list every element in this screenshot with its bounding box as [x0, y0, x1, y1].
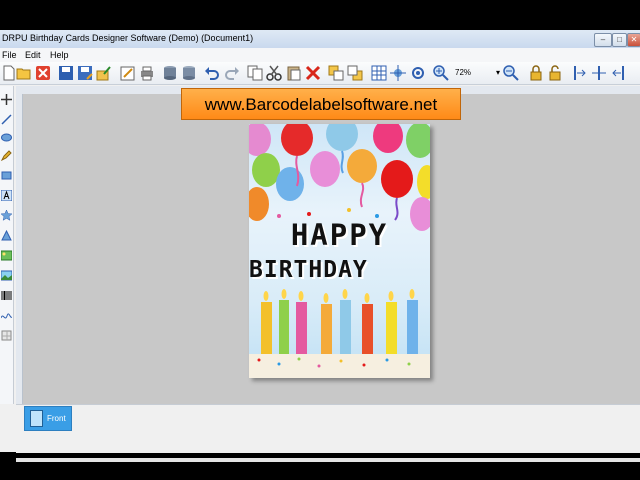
paste-icon[interactable] — [286, 65, 302, 81]
center-icon[interactable] — [390, 65, 406, 81]
ellipse-tool-icon[interactable] — [1, 132, 12, 143]
database-icon[interactable] — [162, 65, 178, 81]
page-icon — [30, 410, 43, 427]
watermark-tool-icon[interactable] — [1, 330, 12, 341]
menu-file[interactable]: File — [2, 50, 17, 60]
picture-tool-icon[interactable] — [1, 270, 12, 281]
star-tool-icon[interactable] — [1, 210, 12, 221]
bring-front-icon[interactable] — [328, 65, 344, 81]
zoom-level[interactable]: 72% — [455, 68, 471, 77]
menu-edit[interactable]: Edit — [25, 50, 41, 60]
tab-front[interactable]: Front — [24, 406, 72, 431]
signature-tool-icon[interactable] — [1, 310, 12, 321]
website-banner: www.Barcodelabelsoftware.net — [181, 88, 461, 120]
print-icon[interactable] — [139, 65, 155, 81]
save-as-icon[interactable] — [77, 65, 93, 81]
align-left-icon[interactable] — [572, 65, 588, 81]
send-back-icon[interactable] — [347, 65, 363, 81]
menu-bar: File Edit Help — [0, 48, 640, 62]
window-title: DRPU Birthday Cards Designer Software (D… — [2, 33, 254, 43]
grid-icon[interactable] — [371, 65, 387, 81]
export-icon[interactable] — [96, 65, 112, 81]
minimize-button[interactable]: – — [594, 33, 612, 47]
zoom-out-icon[interactable] — [503, 65, 519, 81]
line-tool-icon[interactable] — [1, 114, 12, 125]
zoom-in-icon[interactable] — [433, 65, 449, 81]
card-text-birthday[interactable]: BIRTHDAY — [249, 258, 430, 282]
close-doc-icon[interactable] — [35, 65, 51, 81]
rectangle-tool-icon[interactable] — [1, 170, 12, 181]
text-tool-icon[interactable] — [1, 190, 12, 201]
menu-help[interactable]: Help — [50, 50, 69, 60]
title-bar: DRPU Birthday Cards Designer Software (D… — [0, 30, 640, 48]
close-button[interactable]: ✕ — [627, 33, 640, 47]
horizontal-scrollbar[interactable] — [16, 458, 640, 462]
data-table-icon[interactable] — [181, 65, 197, 81]
card-text-happy[interactable]: HAPPY — [249, 220, 430, 250]
new-icon[interactable] — [1, 65, 17, 81]
barcode-tool-icon[interactable] — [1, 290, 12, 301]
copy-icon[interactable] — [247, 65, 263, 81]
pencil-tool-icon[interactable] — [1, 150, 12, 161]
triangle-tool-icon[interactable] — [1, 230, 12, 241]
align-center-icon[interactable] — [591, 65, 607, 81]
align-right-icon[interactable] — [610, 65, 626, 81]
unlock-icon[interactable] — [547, 65, 563, 81]
page-tab-area — [16, 404, 640, 453]
maximize-button[interactable]: □ — [612, 33, 627, 47]
redo-icon[interactable] — [224, 65, 240, 81]
undo-icon[interactable] — [204, 65, 220, 81]
main-toolbar: 72% ▾ — [0, 62, 640, 85]
birthday-card[interactable]: HAPPY BIRTHDAY — [249, 124, 430, 378]
zoom-dropdown-icon[interactable]: ▾ — [496, 68, 500, 77]
lock-icon[interactable] — [528, 65, 544, 81]
cut-icon[interactable] — [266, 65, 282, 81]
pointer-tool-icon[interactable] — [1, 94, 12, 105]
application-window: DRPU Birthday Cards Designer Software (D… — [0, 30, 640, 462]
banner-text: www.Barcodelabelsoftware.net — [204, 95, 438, 114]
properties-icon[interactable] — [120, 65, 136, 81]
target-icon[interactable] — [410, 65, 426, 81]
drawing-toolbox — [0, 86, 14, 404]
vertical-ruler — [16, 94, 23, 404]
tab-front-label: Front — [47, 414, 66, 423]
open-icon[interactable] — [16, 65, 32, 81]
save-icon[interactable] — [58, 65, 74, 81]
image-tool-icon[interactable] — [1, 250, 12, 261]
delete-icon[interactable] — [305, 65, 321, 81]
